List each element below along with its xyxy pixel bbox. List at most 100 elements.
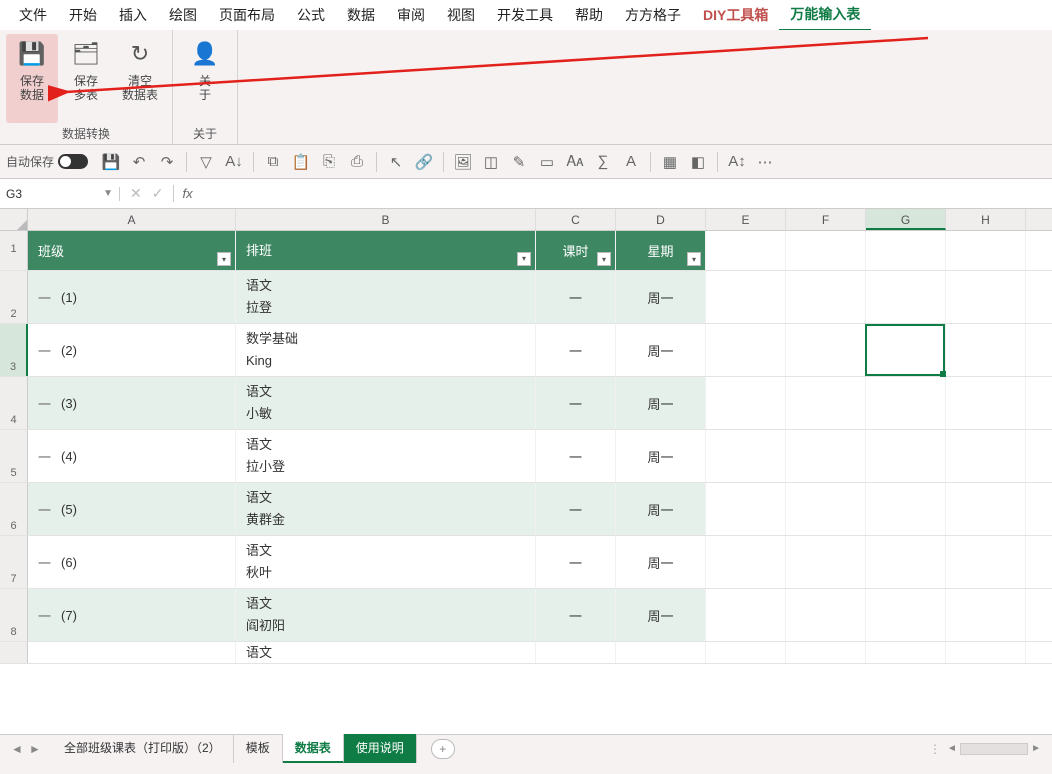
row-header[interactable]: 1 bbox=[0, 231, 28, 270]
cell[interactable] bbox=[536, 642, 616, 663]
cell[interactable] bbox=[866, 483, 946, 535]
cell[interactable]: 语文秋叶 bbox=[236, 536, 536, 588]
cell[interactable]: 周一 bbox=[616, 324, 706, 376]
menu-tab-11[interactable]: 方方格子 bbox=[614, 0, 692, 30]
add-sheet-button[interactable]: + bbox=[431, 739, 455, 759]
name-box[interactable]: G3 ▼ bbox=[0, 187, 120, 201]
header-cell-A[interactable]: 班级▾ bbox=[28, 231, 236, 270]
qat-save-icon[interactable]: 💾 bbox=[98, 149, 124, 175]
cell[interactable] bbox=[706, 483, 786, 535]
header-cell-D[interactable]: 星期▾ bbox=[616, 231, 706, 270]
ribbon-save-multi-button[interactable]: 🗂保存 多表 bbox=[60, 34, 112, 123]
qat-undo-icon[interactable]: ↶ bbox=[126, 149, 152, 175]
cell[interactable] bbox=[28, 642, 236, 663]
ribbon-about-button[interactable]: 👤关 于 bbox=[179, 34, 231, 123]
cell[interactable]: 语文黄群金 bbox=[236, 483, 536, 535]
menu-tab-0[interactable]: 文件 bbox=[8, 0, 58, 30]
cell[interactable] bbox=[866, 536, 946, 588]
cell[interactable] bbox=[866, 430, 946, 482]
menu-tab-3[interactable]: 绘图 bbox=[158, 0, 208, 30]
cell[interactable] bbox=[866, 642, 946, 663]
cell[interactable]: 一 bbox=[536, 271, 616, 323]
col-header-A[interactable]: A bbox=[28, 209, 236, 230]
qat-shape-icon[interactable]: ▭ bbox=[534, 149, 560, 175]
qat-sort-asc-icon[interactable]: A↓ bbox=[221, 149, 247, 175]
qat-sort-az-icon[interactable]: A↕ bbox=[724, 149, 750, 175]
cell[interactable]: 一 bbox=[536, 377, 616, 429]
cell[interactable] bbox=[946, 430, 1026, 482]
cell[interactable]: 语文拉小登 bbox=[236, 430, 536, 482]
cell[interactable]: 数学基础King bbox=[236, 324, 536, 376]
qat-crop-icon[interactable]: ◫ bbox=[478, 149, 504, 175]
cell[interactable]: 语文 bbox=[236, 642, 536, 663]
qat-font-color-icon[interactable]: A bbox=[618, 149, 644, 175]
row-header[interactable]: 4 bbox=[0, 377, 28, 429]
cell[interactable] bbox=[786, 271, 866, 323]
col-header-G[interactable]: G bbox=[866, 209, 946, 230]
cell[interactable] bbox=[786, 589, 866, 641]
qat-pen-icon[interactable]: ✎ bbox=[506, 149, 532, 175]
dropdown-icon[interactable]: ▼ bbox=[103, 188, 113, 199]
qat-border-icon[interactable]: ▦ bbox=[657, 149, 683, 175]
cell[interactable] bbox=[706, 536, 786, 588]
cell[interactable] bbox=[786, 483, 866, 535]
cell[interactable] bbox=[786, 536, 866, 588]
fx-icon[interactable]: fx bbox=[174, 186, 200, 201]
row-header[interactable]: 8 bbox=[0, 589, 28, 641]
row-header[interactable] bbox=[0, 642, 28, 663]
cell[interactable]: 语文小敏 bbox=[236, 377, 536, 429]
cell[interactable]: 周一 bbox=[616, 377, 706, 429]
header-cell-C[interactable]: 课时▾ bbox=[536, 231, 616, 270]
col-header-C[interactable]: C bbox=[536, 209, 616, 230]
menu-tab-13[interactable]: 万能输入表 bbox=[779, 0, 871, 32]
cell[interactable] bbox=[786, 642, 866, 663]
sheet-nav-next[interactable]: ► bbox=[26, 742, 44, 756]
menu-tab-8[interactable]: 视图 bbox=[436, 0, 486, 30]
cell[interactable] bbox=[946, 483, 1026, 535]
cell[interactable]: 一 bbox=[536, 430, 616, 482]
cell[interactable]: 一 bbox=[536, 589, 616, 641]
filter-dropdown-icon[interactable]: ▾ bbox=[517, 252, 531, 266]
cell[interactable] bbox=[706, 271, 786, 323]
qat-filter-icon[interactable]: ▽ bbox=[193, 149, 219, 175]
header-cell-B[interactable]: 排班▾ bbox=[236, 231, 536, 270]
menu-tab-10[interactable]: 帮助 bbox=[564, 0, 614, 30]
cell[interactable] bbox=[946, 642, 1026, 663]
filter-dropdown-icon[interactable]: ▾ bbox=[687, 252, 701, 266]
sheet-tab[interactable]: 数据表 bbox=[283, 734, 344, 763]
menu-tab-12[interactable]: DIY工具箱 bbox=[692, 0, 779, 30]
cell[interactable]: 一(4) bbox=[28, 430, 236, 482]
cell[interactable] bbox=[866, 271, 946, 323]
ribbon-clear-table-button[interactable]: ↻清空 数据表 bbox=[114, 34, 166, 123]
cell[interactable] bbox=[866, 377, 946, 429]
auto-save-toggle[interactable]: 自动保存 bbox=[6, 153, 88, 170]
cell[interactable]: 一(2) bbox=[28, 324, 236, 376]
qat-fill-icon[interactable]: ◧ bbox=[685, 149, 711, 175]
cell[interactable]: 周一 bbox=[616, 589, 706, 641]
menu-tab-5[interactable]: 公式 bbox=[286, 0, 336, 30]
qat-pointer-icon[interactable]: ↖ bbox=[383, 149, 409, 175]
row-header[interactable]: 6 bbox=[0, 483, 28, 535]
menu-tab-6[interactable]: 数据 bbox=[336, 0, 386, 30]
cell[interactable]: 一(5) bbox=[28, 483, 236, 535]
spreadsheet-grid[interactable]: ABCDEFGH 1班级▾排班▾课时▾星期▾2一(1)语文拉登一周一3一(2)数… bbox=[0, 209, 1052, 734]
cell[interactable] bbox=[786, 324, 866, 376]
cell[interactable] bbox=[946, 377, 1026, 429]
cell[interactable] bbox=[706, 231, 786, 270]
cell[interactable] bbox=[706, 377, 786, 429]
cell[interactable] bbox=[946, 231, 1026, 270]
cell[interactable] bbox=[866, 324, 946, 376]
cell[interactable]: 一 bbox=[536, 324, 616, 376]
cell[interactable] bbox=[786, 430, 866, 482]
horizontal-scrollbar[interactable]: ◄► bbox=[944, 742, 1044, 756]
select-all-corner[interactable] bbox=[0, 209, 28, 230]
cell[interactable]: 一(3) bbox=[28, 377, 236, 429]
cell[interactable]: 一(6) bbox=[28, 536, 236, 588]
col-header-B[interactable]: B bbox=[236, 209, 536, 230]
menu-tab-9[interactable]: 开发工具 bbox=[486, 0, 564, 30]
sheet-nav-prev[interactable]: ◄ bbox=[8, 742, 26, 756]
cell[interactable] bbox=[706, 642, 786, 663]
row-header[interactable]: 3 bbox=[0, 324, 28, 376]
cell[interactable]: 一(7) bbox=[28, 589, 236, 641]
menu-tab-4[interactable]: 页面布局 bbox=[208, 0, 286, 30]
